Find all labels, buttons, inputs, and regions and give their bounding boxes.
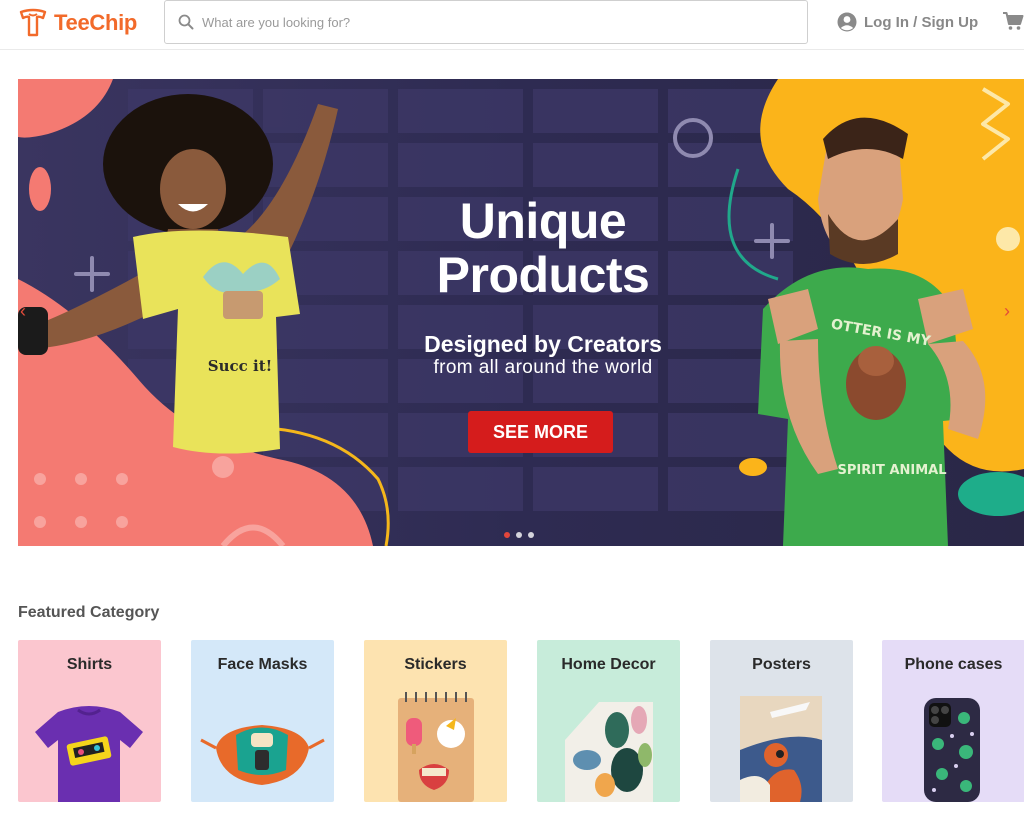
hero-title-line2: Products xyxy=(436,247,650,303)
category-card-shirts[interactable]: Shirts xyxy=(18,640,161,802)
hero-subtitle-secondary: from all around the world xyxy=(433,357,653,378)
carousel-dot[interactable] xyxy=(504,532,510,538)
category-label: Phone cases xyxy=(904,656,1003,673)
carousel-dot[interactable] xyxy=(528,532,534,538)
search-bar[interactable] xyxy=(164,0,808,44)
teechip-logo-icon xyxy=(19,8,47,37)
teechip-logo[interactable]: TeeChip xyxy=(17,8,137,38)
search-input[interactable] xyxy=(202,14,762,30)
category-label: Home Decor xyxy=(561,656,656,673)
hero-title: Unique Products xyxy=(378,194,708,302)
category-label: Face Masks xyxy=(217,656,308,673)
carousel-dot[interactable] xyxy=(516,532,522,538)
login-signup-link[interactable]: Log In / Sign Up xyxy=(837,10,978,34)
category-label: Posters xyxy=(752,656,811,673)
carousel-prev-icon[interactable]: ‹ xyxy=(20,301,26,322)
shopping-cart-icon xyxy=(1003,12,1024,30)
carousel-dots xyxy=(504,532,534,538)
shirt-text-spirit-animal: SPIRIT ANIMAL xyxy=(837,463,946,478)
user-account-icon xyxy=(837,12,857,32)
hero-background-illustration: Succ it! OTTER IS MY SPIRIT ANIMAL xyxy=(18,79,1024,546)
hero-banner[interactable]: Succ it! OTTER IS MY SPIRIT ANIMAL Uniqu… xyxy=(18,79,1024,546)
shirt-text-succ-it: Succ it! xyxy=(208,357,272,375)
category-card-posters[interactable]: Posters xyxy=(710,640,853,802)
hero-title-line1: Unique xyxy=(459,193,627,249)
category-label: Shirts xyxy=(66,656,113,673)
category-card-stickers[interactable]: Stickers xyxy=(364,640,507,802)
logo-text: TeeChip xyxy=(54,10,138,35)
category-card-face-masks[interactable]: Face Masks xyxy=(191,640,334,802)
category-card-phone-cases[interactable]: Phone cases xyxy=(882,640,1024,802)
carousel-next-icon[interactable]: › xyxy=(1004,301,1010,322)
featured-category-heading: Featured Category xyxy=(18,604,160,621)
hero-subtitle: Designed by Creators xyxy=(424,331,662,357)
search-icon xyxy=(178,14,194,30)
category-card-home-decor[interactable]: Home Decor xyxy=(537,640,680,802)
login-label: Log In / Sign Up xyxy=(864,13,979,31)
site-header: TeeChip Log In / Sign Up xyxy=(0,0,1024,50)
see-more-button[interactable]: SEE MORE xyxy=(468,411,613,453)
category-label: Stickers xyxy=(404,656,467,673)
cart-button[interactable] xyxy=(1003,11,1024,36)
